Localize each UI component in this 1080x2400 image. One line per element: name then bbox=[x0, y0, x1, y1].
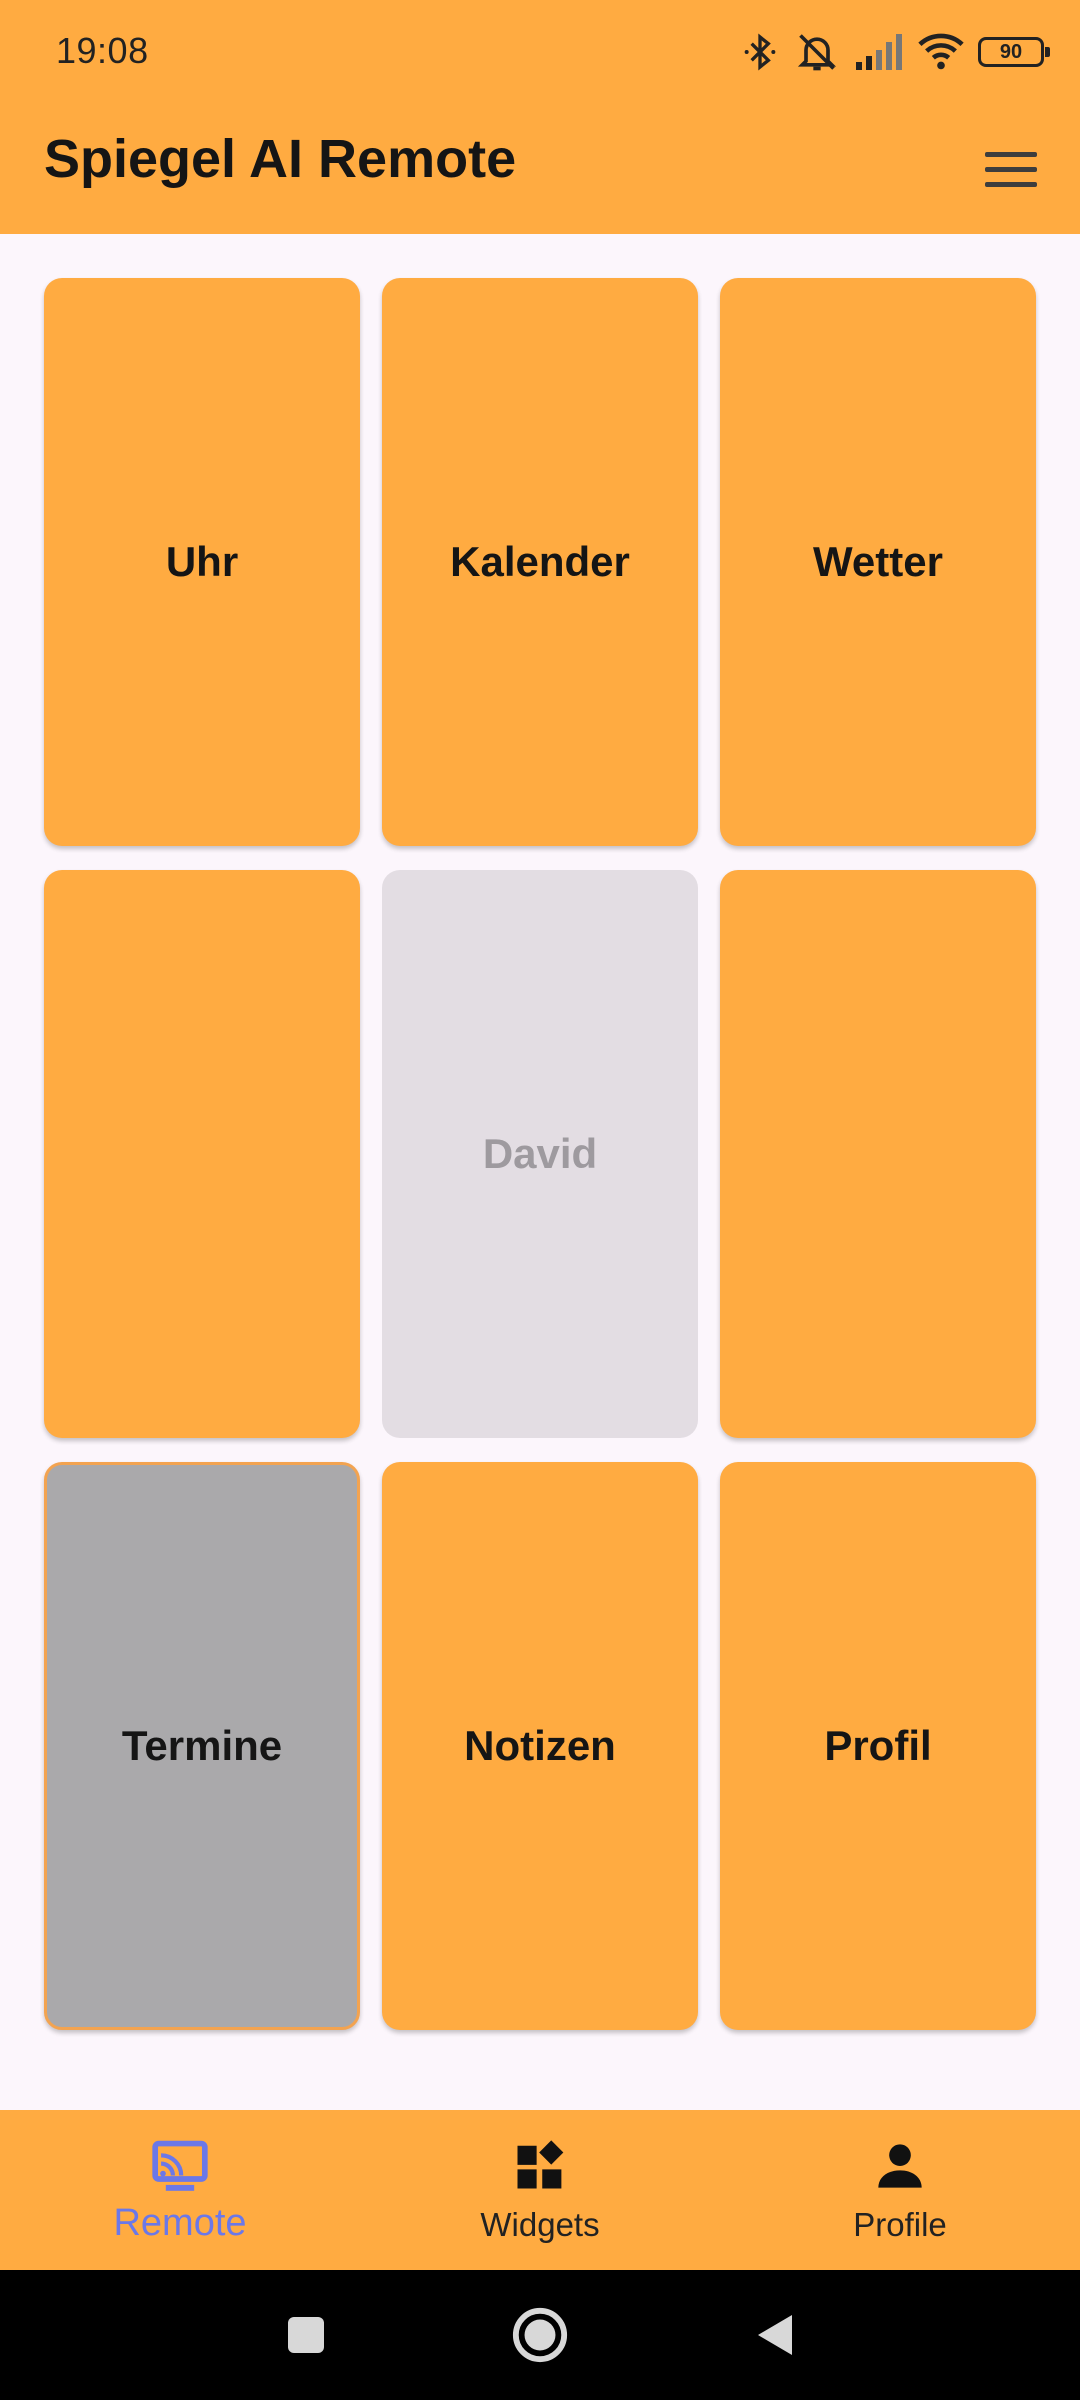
status-icons: 90 bbox=[740, 28, 1050, 76]
app-bar: Spiegel AI Remote bbox=[0, 104, 1080, 234]
page-title: Spiegel AI Remote bbox=[44, 129, 517, 189]
nav-widgets-label: Widgets bbox=[480, 2206, 600, 2243]
tile-wetter[interactable]: Wetter bbox=[720, 278, 1036, 846]
tile-notizen[interactable]: Notizen bbox=[382, 1462, 698, 2030]
wifi-icon bbox=[918, 32, 964, 72]
back-triangle-icon bbox=[758, 2315, 792, 2355]
menu-button[interactable] bbox=[976, 134, 1046, 204]
status-bar: 19:08 90 bbox=[0, 0, 1080, 104]
square-icon bbox=[288, 2317, 324, 2353]
widgets-icon bbox=[510, 2136, 570, 2196]
menu-icon bbox=[985, 151, 1037, 157]
tile-kalender[interactable]: Kalender bbox=[382, 278, 698, 846]
nav-profile[interactable]: Profile bbox=[720, 2110, 1080, 2270]
battery-indicator: 90 bbox=[978, 37, 1050, 67]
system-navigation-bar bbox=[0, 2270, 1080, 2400]
tile-empty-left[interactable] bbox=[44, 870, 360, 1438]
home-button[interactable] bbox=[500, 2270, 580, 2400]
bluetooth-icon bbox=[740, 30, 780, 74]
nav-remote-label: Remote bbox=[113, 2202, 247, 2244]
nav-profile-label: Profile bbox=[853, 2206, 947, 2243]
cast-icon bbox=[150, 2136, 210, 2196]
back-button[interactable] bbox=[734, 2270, 814, 2400]
nav-widgets[interactable]: Widgets bbox=[360, 2110, 720, 2270]
home-circle-icon bbox=[512, 2307, 568, 2363]
tile-profil[interactable]: Profil bbox=[720, 1462, 1036, 2030]
tile-termine[interactable]: Termine bbox=[44, 1462, 360, 2030]
bottom-navigation: Remote Widgets Profile bbox=[0, 2110, 1080, 2270]
tile-empty-right[interactable] bbox=[720, 870, 1036, 1438]
widget-grid: Uhr Kalender Wetter David Termine Notize… bbox=[44, 278, 1036, 2030]
recent-apps-button[interactable] bbox=[266, 2270, 346, 2400]
status-time: 19:08 bbox=[56, 30, 149, 71]
tile-uhr[interactable]: Uhr bbox=[44, 278, 360, 846]
person-icon bbox=[870, 2136, 930, 2196]
mute-bell-icon bbox=[794, 30, 840, 74]
tile-david[interactable]: David bbox=[382, 870, 698, 1438]
signal-icon bbox=[854, 32, 904, 72]
nav-remote[interactable]: Remote bbox=[0, 2110, 360, 2270]
